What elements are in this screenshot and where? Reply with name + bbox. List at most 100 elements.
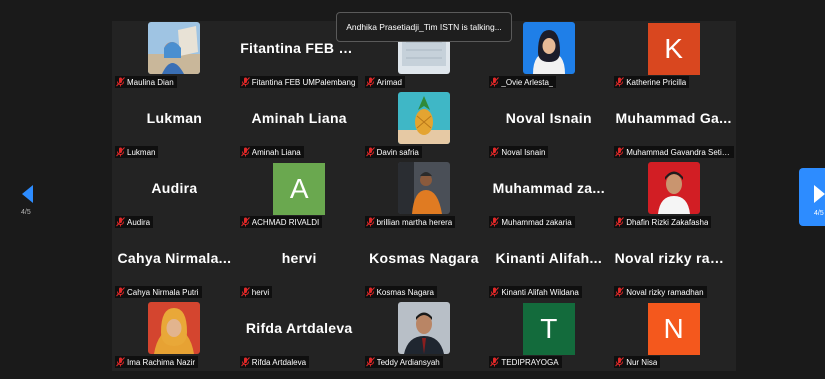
participant-name-label: Teddy Ardiansyah [376, 357, 440, 367]
avatar-photo [522, 22, 575, 74]
mic-muted-icon [615, 77, 625, 87]
mic-muted-icon [365, 217, 375, 227]
participant-display-name: Noval Isnain [505, 110, 592, 126]
mic-muted-icon [365, 287, 375, 297]
chevron-right-icon [814, 185, 825, 203]
participant-display-name: Cahya Nirmala... [117, 250, 232, 266]
participant-name-label: Muhammad zakaria [501, 217, 572, 227]
participant-name-label: Ima Rachima Nazir [127, 357, 196, 367]
previous-page-button[interactable]: 4/5 [18, 185, 38, 221]
avatar-initial: N [647, 303, 700, 355]
participant-tile[interactable]: Muhammad Ga... Muhammad Gavandra Setia... [611, 91, 736, 161]
participant-video-area: Muhammad Ga... [611, 91, 736, 145]
participant-video-area [112, 21, 237, 75]
participant-tile[interactable]: Rifda Artdaleva Rifda Artdaleva [236, 301, 362, 371]
avatar-initial: A [273, 163, 326, 215]
mic-muted-icon [490, 357, 500, 367]
chevron-left-icon [22, 185, 33, 203]
avatar-photo [397, 162, 450, 214]
participant-display-name: Kinanti Alifah... [495, 250, 603, 266]
participant-tile[interactable]: N Nur Nisa [611, 301, 736, 371]
participant-name-label: Noval Isnain [501, 147, 546, 157]
mic-muted-icon [490, 217, 500, 227]
participant-nameplate: Katherine Pricilla [614, 76, 690, 88]
participant-tile[interactable]: Dhafin Rizki Zakafasha [611, 161, 736, 231]
mic-muted-icon [615, 357, 625, 367]
mic-muted-icon [490, 77, 500, 87]
participant-name-label: _Ovie Arlesta_ [501, 77, 554, 87]
participant-tile[interactable]: brillian martha herera [361, 161, 487, 231]
mic-muted-icon [490, 147, 500, 157]
participant-nameplate: Fitantina FEB UMPalembang [239, 76, 359, 88]
mic-muted-icon [116, 217, 125, 227]
participant-video-area: N [611, 301, 736, 355]
participant-video-area: Aminah Liana [237, 91, 362, 145]
participant-name-label: brillian martha herera [376, 217, 453, 227]
participant-name-label: Rifda Artdaleva [251, 357, 307, 367]
participant-tile[interactable]: Maulina Dian [112, 21, 237, 91]
participant-tile[interactable]: T TEDIPRAYOGA [486, 301, 612, 371]
mic-muted-icon [240, 147, 250, 157]
participant-tile[interactable]: Kinanti Alifah... Kinanti Alifah Wildana [486, 231, 612, 301]
mic-muted-icon [116, 147, 125, 157]
participant-display-name: Lukman [146, 110, 203, 126]
participant-video-area [362, 91, 487, 145]
participant-display-name: Muhammad Ga... [615, 110, 732, 126]
participant-display-name: Rifda Artdaleva [245, 320, 353, 336]
participant-tile[interactable]: Ima Rachima Nazir [112, 301, 237, 371]
participant-name-label: Fitantina FEB UMPalembang [251, 77, 356, 87]
participant-nameplate: Lukman [115, 146, 159, 158]
next-page-button[interactable]: 4/5 [799, 168, 825, 226]
participant-nameplate: Davin safria [364, 146, 422, 158]
avatar-photo [148, 22, 201, 74]
avatar-photo [397, 302, 450, 354]
participant-tile[interactable]: hervi hervi [236, 231, 362, 301]
participant-tile[interactable]: A ACHMAD RIVALDI [236, 161, 362, 231]
mic-muted-icon [615, 287, 625, 297]
participant-nameplate: Kinanti Alifah Wildana [489, 286, 582, 298]
participant-nameplate: Nur Nisa [614, 356, 661, 368]
participant-tile[interactable]: Noval rizky ram... Noval rizky ramadhan [611, 231, 736, 301]
participant-name-label: TEDIPRAYOGA [501, 357, 559, 367]
participant-nameplate: hervi [239, 286, 273, 298]
participant-tile[interactable]: K Katherine Pricilla [611, 21, 736, 91]
mic-muted-icon [365, 147, 375, 157]
participant-tile[interactable]: Kosmas Nagara Kosmas Nagara [361, 231, 487, 301]
participant-name-label: Aminah Liana [251, 147, 301, 157]
participant-display-name: Muhammad za... [492, 180, 605, 196]
participant-nameplate: Muhammad zakaria [489, 216, 575, 228]
participant-name-label: Maulina Dian [127, 77, 174, 87]
participant-name-label: hervi [251, 287, 270, 297]
participant-video-area: K [611, 21, 736, 75]
participant-name-label: Kinanti Alifah Wildana [501, 287, 579, 297]
participant-video-area [112, 301, 237, 355]
participant-tile[interactable]: Davin safria [361, 91, 487, 161]
participant-display-name: hervi [281, 250, 317, 266]
mic-muted-icon [240, 217, 250, 227]
participant-tile[interactable]: Lukman Lukman [112, 91, 237, 161]
participant-tile[interactable]: Audira Audira [112, 161, 237, 231]
mic-muted-icon [240, 357, 250, 367]
avatar-initial: T [522, 303, 575, 355]
participant-nameplate: Aminah Liana [239, 146, 304, 158]
participant-nameplate: TEDIPRAYOGA [489, 356, 562, 368]
participant-tile[interactable]: Teddy Ardiansyah [361, 301, 487, 371]
participant-name-label: Dhafin Rizki Zakafasha [626, 217, 709, 227]
participant-tile[interactable]: Muhammad za... Muhammad zakaria [486, 161, 612, 231]
participant-nameplate: Audira [115, 216, 154, 228]
participant-tile[interactable]: Noval Isnain Noval Isnain [486, 91, 612, 161]
participant-display-name: Kosmas Nagara [369, 250, 479, 266]
participant-name-label: Davin safria [376, 147, 419, 157]
mic-muted-icon [240, 287, 250, 297]
participant-video-area: Cahya Nirmala... [112, 231, 237, 285]
active-speaker-text: Andhika Prasetiadji_Tim ISTN is talking.… [346, 22, 502, 32]
participant-tile[interactable]: Aminah Liana Aminah Liana [236, 91, 362, 161]
participant-nameplate: Ima Rachima Nazir [115, 356, 199, 368]
participant-tile[interactable]: Cahya Nirmala... Cahya Nirmala Putri [112, 231, 237, 301]
mic-muted-icon [365, 77, 375, 87]
mic-muted-icon [116, 357, 125, 367]
participant-display-name: Fitantina FEB U... [240, 40, 359, 56]
participant-nameplate: Noval Isnain [489, 146, 549, 158]
participant-name-label: ACHMAD RIVALDI [251, 217, 320, 227]
participant-name-label: Nur Nisa [626, 357, 658, 367]
